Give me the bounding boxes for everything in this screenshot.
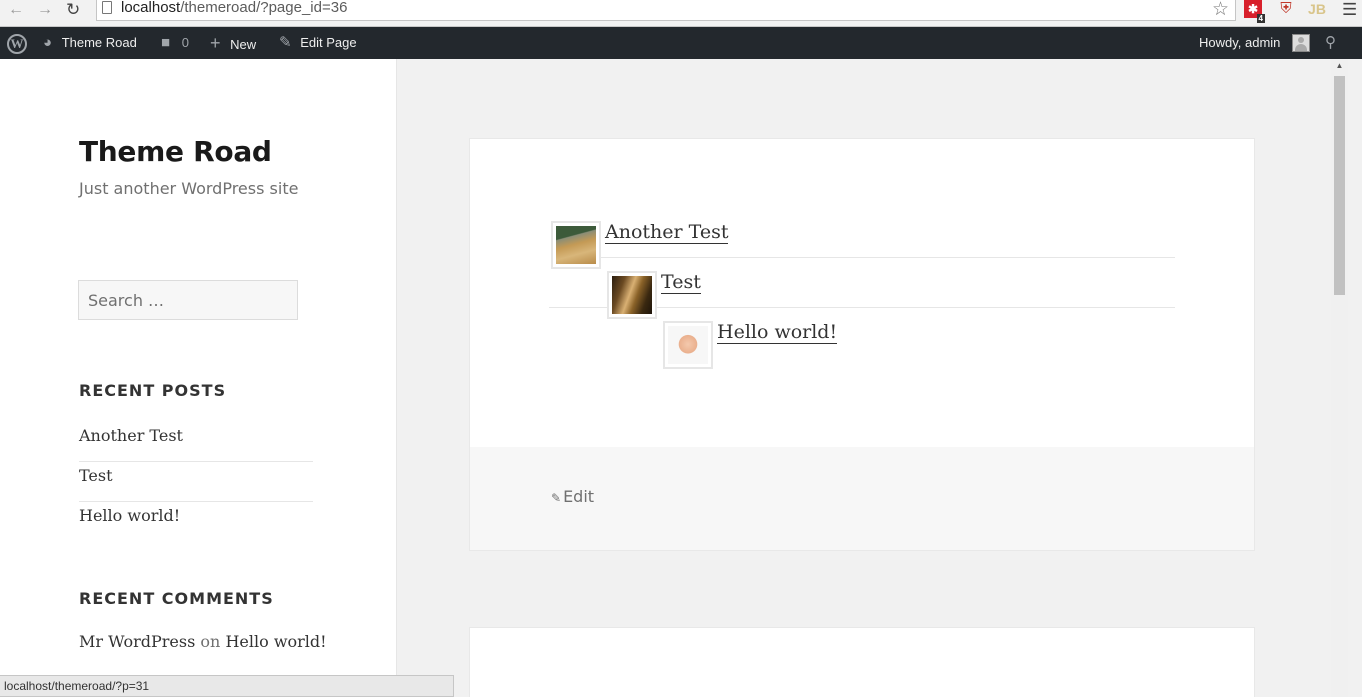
list-item: Another Test (79, 422, 313, 462)
page-article: Another Test Test Hello world! ✎ Edit (469, 138, 1255, 551)
search-input[interactable] (78, 280, 298, 320)
status-bar: localhost/themeroad/?p=31 (0, 675, 454, 697)
post-thumbnail-test[interactable] (607, 271, 657, 319)
row-divider (551, 257, 1175, 258)
site-title[interactable]: Theme Road (79, 135, 272, 168)
wordpress-logo-icon[interactable]: W (7, 34, 27, 54)
scrollbar-thumb[interactable] (1334, 76, 1345, 295)
comment-post-link[interactable]: Hello world! (225, 632, 326, 651)
sidebar: Theme Road Just another WordPress site R… (0, 59, 397, 697)
plus-icon: + (210, 33, 221, 53)
admin-bar-comments[interactable]: ■ 0 (161, 27, 189, 59)
admin-bar-howdy[interactable]: Howdy, admin (1199, 27, 1280, 59)
recent-comments-title: RECENT COMMENTS (79, 589, 274, 608)
scroll-up-arrow-icon[interactable]: ▲ (1331, 59, 1348, 73)
admin-avatar[interactable] (1292, 34, 1310, 52)
extension-shield-icon[interactable]: ⛨ (1277, 0, 1295, 18)
recent-post-link[interactable]: Hello world! (79, 506, 180, 525)
back-arrow-icon[interactable]: ← (8, 1, 24, 19)
browser-toolbar: ← → ↻ localhost/themeroad/?page_id=36 ☆ … (0, 0, 1362, 27)
page-margin (1348, 59, 1362, 697)
recent-post-link[interactable]: Another Test (79, 426, 183, 445)
post-thumbnail-hello-world[interactable] (663, 321, 713, 369)
entry-footer: ✎ Edit (470, 447, 1254, 550)
next-article (469, 627, 1255, 697)
extension-jb-icon[interactable]: JB (1308, 0, 1326, 18)
scrollbar[interactable]: ▲ (1331, 59, 1348, 697)
recent-posts-title: RECENT POSTS (79, 381, 227, 400)
tree-post-link-test[interactable]: Test (661, 271, 701, 294)
admin-bar-site-name[interactable]: ◕ Theme Road (43, 27, 137, 59)
extension-red-icon[interactable]: ✱ 4 (1244, 0, 1265, 23)
bookmark-star-icon[interactable]: ☆ (1212, 0, 1229, 21)
dashboard-icon: ◕ (43, 34, 53, 51)
address-bar[interactable]: localhost/themeroad/?page_id=36 ☆ (96, 0, 1236, 21)
pencil-icon: ✎ (551, 491, 562, 505)
page-icon (102, 1, 112, 14)
url-text: localhost/themeroad/?page_id=36 (121, 0, 348, 16)
admin-bar-edit-page[interactable]: ✎ Edit Page (279, 27, 357, 59)
browser-menu-icon[interactable]: ☰ (1342, 0, 1357, 20)
list-item: Test (79, 462, 313, 502)
admin-bar-new[interactable]: + New (210, 27, 256, 59)
pencil-icon: ✎ (279, 34, 292, 51)
comment-on-text: on (200, 632, 221, 651)
tree-post-link-another-test[interactable]: Another Test (605, 221, 729, 244)
tree-post-link-hello-world[interactable]: Hello world! (717, 321, 838, 344)
admin-search-icon[interactable]: ⚲ (1325, 27, 1336, 59)
comment-author-link[interactable]: Mr WordPress (79, 632, 195, 651)
wp-admin-bar: W ◕ Theme Road ■ 0 + New ✎ Edit Page How… (0, 27, 1362, 59)
reload-icon[interactable]: ↻ (66, 1, 80, 19)
recent-post-link[interactable]: Test (79, 466, 113, 485)
recent-comment: Mr WordPress on Hello world! (79, 632, 327, 651)
extension-badge: 4 (1256, 14, 1265, 23)
post-thumbnail-another-test[interactable] (551, 221, 601, 269)
recent-posts-list: Another Test Test Hello world! (79, 422, 313, 542)
site-tagline: Just another WordPress site (79, 179, 299, 198)
forward-arrow-icon[interactable]: → (37, 1, 53, 19)
comment-bubble-icon: ■ (161, 34, 171, 51)
list-item: Hello world! (79, 502, 313, 542)
edit-link[interactable]: ✎ Edit (551, 487, 594, 506)
